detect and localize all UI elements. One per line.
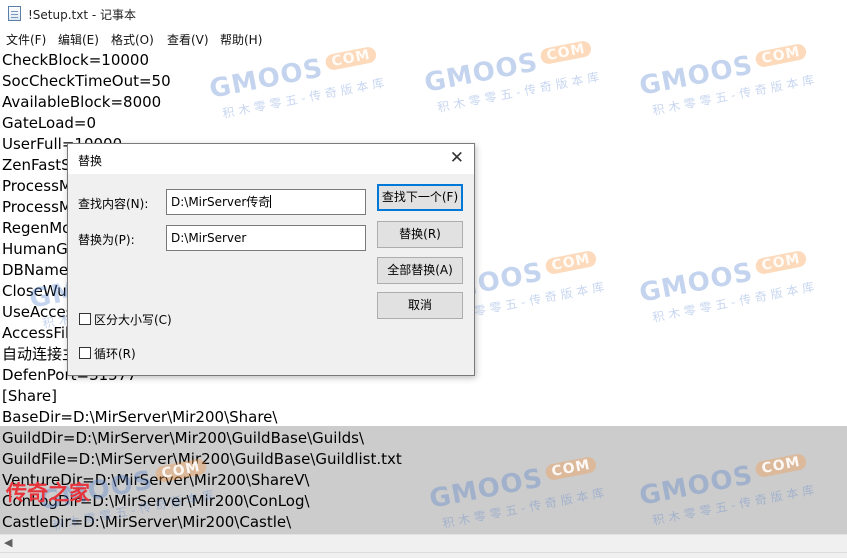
menu-edit[interactable]: 编辑(E) xyxy=(58,31,99,48)
text-line: GateLoad=0 xyxy=(2,114,97,132)
text-line: CastleDir=D:\MirServer\Mir200\Castle\ xyxy=(2,513,292,531)
match-case-checkbox[interactable] xyxy=(79,313,91,325)
text-line: DBName xyxy=(2,261,69,279)
text-line: UseAcces xyxy=(2,303,74,321)
dialog-title: 替换 xyxy=(78,154,103,168)
text-line: HumanG xyxy=(2,240,68,258)
window-title: !Setup.txt - 记事本 xyxy=(28,8,137,22)
scroll-left-icon[interactable]: ◀ xyxy=(4,536,12,549)
text-line: CheckBlock=10000 xyxy=(2,51,149,69)
menu-view[interactable]: 查看(V) xyxy=(167,31,209,48)
text-line: AvailableBlock=8000 xyxy=(2,93,162,111)
title-bar: !Setup.txt - 记事本 xyxy=(0,0,847,28)
text-line: CloseWu xyxy=(2,282,67,300)
menu-bar: 文件(F) 编辑(E) 格式(O) 查看(V) 帮助(H) xyxy=(0,28,847,50)
text-line: [Share] xyxy=(2,387,57,405)
text-line: ProcessM xyxy=(2,198,72,216)
text-line: SocCheckTimeOut=50 xyxy=(2,72,171,90)
menu-file[interactable]: 文件(F) xyxy=(6,31,46,48)
replace-dialog: 替换 ✕ 查找内容(N): D:\MirServer传奇 替换为(P): D:\… xyxy=(67,143,475,376)
menu-help[interactable]: 帮助(H) xyxy=(220,31,262,48)
text-line: ProcessM xyxy=(2,177,72,195)
close-icon[interactable]: ✕ xyxy=(450,148,464,168)
status-bar xyxy=(0,552,847,558)
find-label: 查找内容(N): xyxy=(78,197,149,211)
text-line: ZenFastS xyxy=(2,156,71,174)
text-line: RegenMo xyxy=(2,219,72,237)
text-line: AccessFil xyxy=(2,324,70,342)
replace-label: 替换为(P): xyxy=(78,233,135,247)
menu-format[interactable]: 格式(O) xyxy=(111,31,154,48)
dialog-title-bar: 替换 ✕ xyxy=(68,144,474,174)
wrap-label: 循环(R) xyxy=(94,347,136,361)
horizontal-scrollbar[interactable]: ◀ xyxy=(0,534,847,552)
notepad-icon xyxy=(8,6,21,21)
match-case-label: 区分大小写(C) xyxy=(94,313,172,327)
replace-button[interactable]: 替换(R) xyxy=(377,221,463,248)
text-line: BaseDir=D:\MirServer\Mir200\Share\ xyxy=(2,408,278,426)
text-line: GuildDir=D:\MirServer\Mir200\GuildBase\G… xyxy=(2,429,364,447)
wrap-checkbox[interactable] xyxy=(79,347,91,359)
replace-all-button[interactable]: 全部替换(A) xyxy=(377,257,463,284)
overlay-caption: 传奇之家 xyxy=(6,480,90,505)
text-line: GuildFile=D:\MirServer\Mir200\GuildBase\… xyxy=(2,450,402,468)
replace-input[interactable]: D:\MirServer xyxy=(166,225,366,251)
find-next-button[interactable]: 查找下一个(F) xyxy=(377,184,463,211)
find-input[interactable]: D:\MirServer传奇 xyxy=(166,189,366,215)
cancel-button[interactable]: 取消 xyxy=(377,292,463,319)
text-line: 自动连接主 xyxy=(2,345,78,363)
